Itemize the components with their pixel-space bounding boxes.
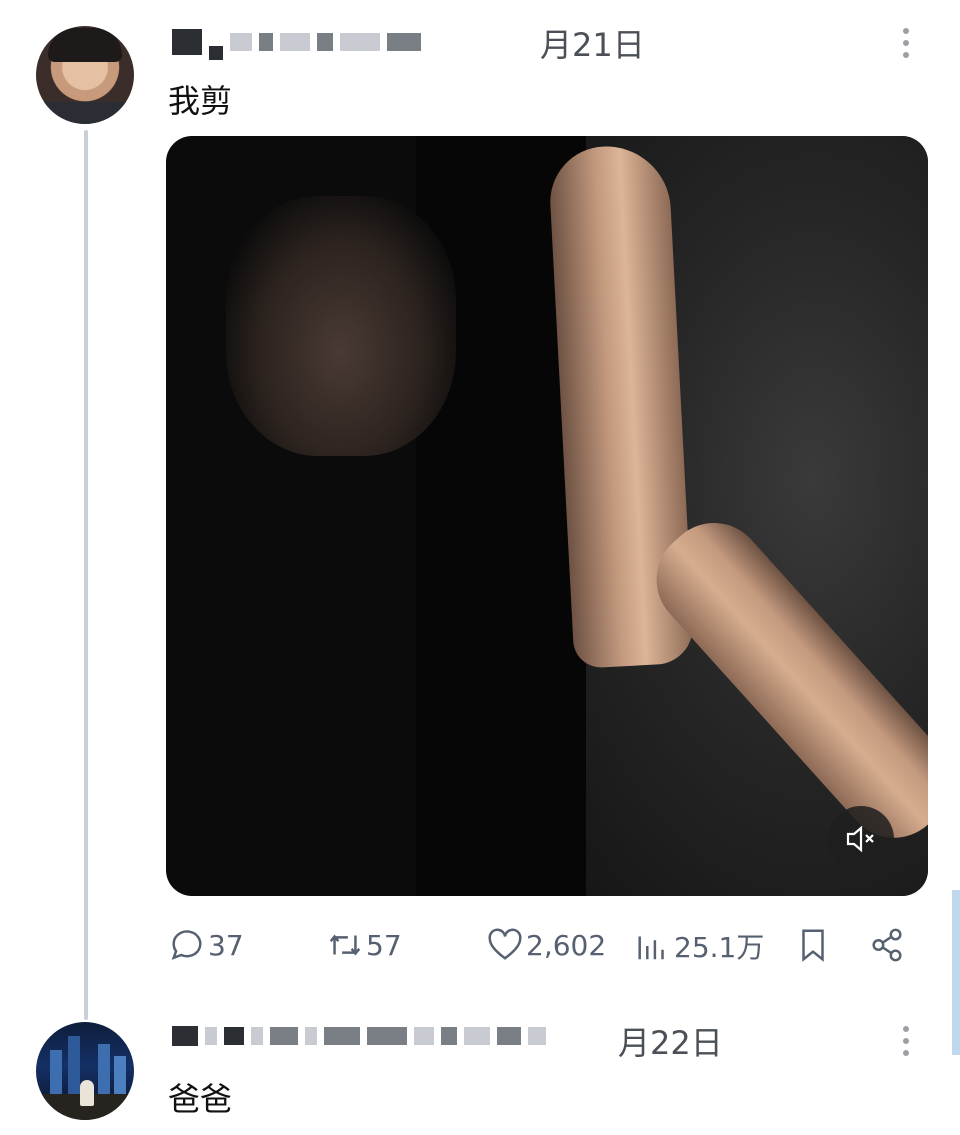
post-text: 爸爸 bbox=[168, 1080, 233, 1118]
heart-icon bbox=[488, 928, 522, 960]
share-button[interactable] bbox=[868, 926, 906, 964]
avatar[interactable] bbox=[36, 26, 134, 124]
repost-arrows-icon bbox=[329, 934, 361, 956]
bookmark-button[interactable] bbox=[794, 926, 832, 964]
like-button[interactable]: 2,602 bbox=[486, 926, 606, 964]
reply-button[interactable]: 37 bbox=[168, 926, 244, 964]
like-count: 2,602 bbox=[526, 928, 607, 962]
more-options-icon[interactable] bbox=[901, 28, 911, 58]
post-actions-bar: 37 57 2,602 25.1万 bbox=[166, 926, 928, 970]
bookmark-icon bbox=[802, 929, 824, 962]
speech-bubble-icon bbox=[171, 930, 202, 960]
avatar-building bbox=[98, 1044, 110, 1100]
view-count: 25.1万 bbox=[674, 931, 765, 964]
avatar-shirt bbox=[36, 102, 134, 124]
post-date[interactable]: 月22日 bbox=[618, 1018, 723, 1064]
post-video[interactable] bbox=[166, 136, 928, 896]
share-icon bbox=[872, 928, 902, 962]
bar-chart-icon bbox=[638, 936, 664, 960]
post-text: 我剪 bbox=[168, 82, 233, 120]
avatar-figure bbox=[80, 1080, 94, 1106]
username-blurred[interactable] bbox=[172, 1026, 546, 1046]
more-options-icon[interactable] bbox=[901, 1026, 911, 1056]
mute-button[interactable] bbox=[828, 806, 894, 872]
username-blurred[interactable] bbox=[172, 24, 421, 60]
repost-count: 57 bbox=[366, 928, 402, 962]
avatar[interactable] bbox=[36, 1022, 134, 1120]
thread-connector-line bbox=[84, 130, 88, 1020]
speaker-muted-icon bbox=[846, 825, 874, 853]
scrollbar-thumb[interactable] bbox=[952, 890, 960, 1055]
avatar-building bbox=[68, 1036, 80, 1100]
avatar-hair bbox=[48, 28, 122, 62]
avatar-building bbox=[50, 1050, 62, 1100]
reply-count: 37 bbox=[208, 928, 244, 962]
video-hand bbox=[226, 196, 456, 456]
post-date[interactable]: 月21日 bbox=[540, 20, 645, 66]
repost-button[interactable]: 57 bbox=[326, 926, 402, 964]
views-button[interactable]: 25.1万 bbox=[634, 926, 764, 966]
